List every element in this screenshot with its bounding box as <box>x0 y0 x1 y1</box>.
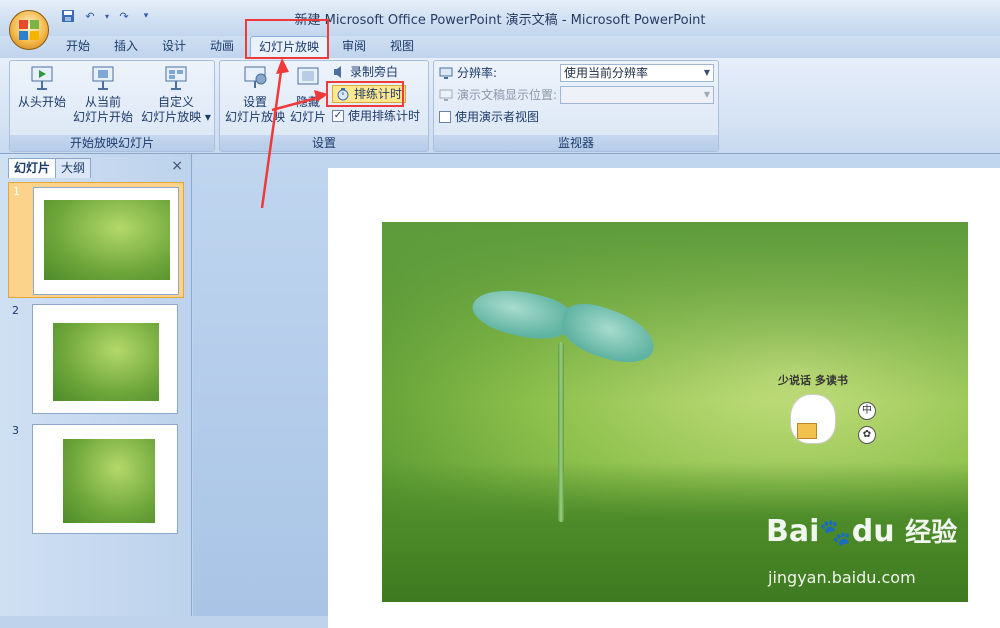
stopwatch-icon <box>336 87 350 101</box>
office-button[interactable] <box>9 10 49 50</box>
projector-screen-icon <box>92 66 114 90</box>
hide-slide-label-1: 隐藏 <box>295 95 320 109</box>
resolution-label: 分辨率: <box>457 66 498 80</box>
custom-show-label-2: 幻灯片放映 ▾ <box>141 110 211 124</box>
tab-home[interactable]: 开始 <box>58 36 98 58</box>
tab-insert[interactable]: 插入 <box>106 36 146 58</box>
from-beginning-button[interactable]: 从头开始 <box>14 65 70 110</box>
start-slide-show-group: 从头开始 从当前 幻灯片开始 自定义 幻灯片放映 ▾ 开始放映幻灯片 <box>9 60 215 152</box>
tab-outline[interactable]: 大纲 <box>55 158 92 178</box>
close-icon[interactable]: × <box>171 158 183 174</box>
setup-show-icon <box>244 66 267 88</box>
slide-thumbnail-row[interactable]: 3 <box>8 422 184 536</box>
monitor-icon <box>439 66 453 80</box>
tab-view[interactable]: 视图 <box>382 36 422 58</box>
show-on-dropdown[interactable]: ▼ <box>560 86 714 104</box>
rehearse-timings-label: 排练计时 <box>354 87 403 101</box>
chevron-down-icon: ▼ <box>703 68 710 77</box>
from-beginning-label: 从头开始 <box>17 95 66 109</box>
record-narration-button[interactable]: 录制旁白 <box>332 63 398 81</box>
use-rehearsed-timings-label: 使用排练计时 <box>348 109 421 123</box>
resolution-value: 使用当前分辨率 <box>564 66 649 80</box>
cat-sticker <box>790 394 836 444</box>
seal-badge: ✿ <box>858 426 876 444</box>
watermark-bai: Bai <box>766 514 820 549</box>
slide-photo[interactable]: 少说话 多读书 中 ✿ Bai🐾du 经验 jingyan.baidu.com <box>382 222 968 602</box>
office-logo-icon <box>19 20 39 40</box>
slide-canvas: 少说话 多读书 中 ✿ Bai🐾du 经验 jingyan.baidu.com <box>193 154 1000 628</box>
current-slide[interactable]: 少说话 多读书 中 ✿ Bai🐾du 经验 jingyan.baidu.com <box>328 168 1000 628</box>
slide-thumbnail[interactable] <box>33 187 179 295</box>
paw-icon: 🐾 <box>819 518 852 548</box>
from-current-slide-button[interactable]: 从当前 幻灯片开始 <box>68 65 138 125</box>
rehearse-timings-button[interactable]: 排练计时 <box>332 85 407 103</box>
seal-badge: 中 <box>858 402 876 420</box>
slides-pane: 幻灯片 大纲 × 1 2 3 <box>0 154 192 616</box>
setup-group: 设置 幻灯片放映 隐藏 幻灯片 录制旁白 排练计时 ✓ 使用排练计时 设置 <box>219 60 429 152</box>
presenter-view-checkbox[interactable]: 使用演示者视图 <box>439 108 539 126</box>
title-bar: ↶ ▾ ↷ ▾ 新建 Microsoft Office PowerPoint 演… <box>0 0 1000 36</box>
setup-slide-show-button[interactable]: 设置 幻灯片放映 <box>222 65 288 125</box>
slide-thumbnail-row[interactable]: 2 <box>8 302 184 416</box>
thumbnail-image <box>63 439 155 523</box>
show-on-row: 演示文稿显示位置: <box>439 86 557 104</box>
tab-animations[interactable]: 动画 <box>202 36 242 58</box>
watermark-url: jingyan.baidu.com <box>768 568 916 587</box>
sticker-caption: 少说话 多读书 <box>778 374 848 387</box>
ribbon-tabs: 开始 插入 设计 动画 幻灯片放映 审阅 视图 <box>0 36 1000 58</box>
thumbnail-image <box>53 323 159 401</box>
tab-review[interactable]: 审阅 <box>334 36 374 58</box>
slide-number: 2 <box>12 304 19 317</box>
slide-thumbnail[interactable] <box>32 304 178 414</box>
record-narration-label: 录制旁白 <box>350 65 399 79</box>
narration-icon <box>332 65 346 79</box>
resolution-dropdown[interactable]: 使用当前分辨率 ▼ <box>560 64 714 82</box>
hide-slide-icon <box>297 67 319 85</box>
tab-design[interactable]: 设计 <box>154 36 194 58</box>
use-rehearsed-timings-checkbox[interactable]: ✓ 使用排练计时 <box>332 107 420 125</box>
chevron-down-icon: ▼ <box>703 90 710 99</box>
background-blur <box>382 222 968 402</box>
from-current-label-1: 从当前 <box>84 95 121 109</box>
watermark-du: du <box>851 514 895 549</box>
custom-show-icon <box>165 66 187 90</box>
slide-thumbnail[interactable] <box>32 424 178 534</box>
from-current-label-2: 幻灯片开始 <box>72 110 133 124</box>
setup-show-label-2: 幻灯片放映 <box>224 110 285 124</box>
slide-number: 1 <box>13 185 20 198</box>
checkbox-checked-icon[interactable]: ✓ <box>332 110 344 122</box>
thumbnail-image <box>44 200 170 280</box>
tab-slide-show[interactable]: 幻灯片放映 <box>250 36 329 58</box>
resolution-row: 分辨率: <box>439 64 497 82</box>
setup-show-label-1: 设置 <box>242 95 267 109</box>
monitors-group-label: 监视器 <box>434 135 718 151</box>
hide-slide-label-2: 幻灯片 <box>289 110 326 124</box>
custom-slide-show-button[interactable]: 自定义 幻灯片放映 ▾ <box>138 65 214 125</box>
monitors-group: 分辨率: 使用当前分辨率 ▼ 演示文稿显示位置: ▼ 使用演示者视图 监视器 <box>433 60 719 152</box>
monitor-icon <box>439 88 453 102</box>
projector-screen-icon <box>31 66 53 90</box>
pane-tabs: 幻灯片 大纲 <box>8 158 92 178</box>
tab-slides[interactable]: 幻灯片 <box>8 158 57 178</box>
custom-show-label-1: 自定义 <box>157 95 194 109</box>
sprout-stem <box>558 342 564 522</box>
ribbon: 从头开始 从当前 幻灯片开始 自定义 幻灯片放映 ▾ 开始放映幻灯片 设置 幻灯… <box>0 58 1000 154</box>
book-icon <box>797 423 817 439</box>
watermark-brand: Bai🐾du 经验 <box>766 512 957 549</box>
slide-number: 3 <box>12 424 19 437</box>
checkbox-unchecked-icon[interactable] <box>439 111 451 123</box>
setup-group-label: 设置 <box>220 135 428 151</box>
window-title: 新建 Microsoft Office PowerPoint 演示文稿 - Mi… <box>294 13 706 28</box>
start-group-label: 开始放映幻灯片 <box>10 135 214 151</box>
show-on-label: 演示文稿显示位置: <box>457 88 558 102</box>
presenter-view-label: 使用演示者视图 <box>455 110 540 124</box>
watermark-jingyan: 经验 <box>905 518 958 548</box>
hide-slide-button[interactable]: 隐藏 幻灯片 <box>286 65 330 125</box>
slide-thumbnail-row[interactable]: 1 <box>8 182 184 298</box>
